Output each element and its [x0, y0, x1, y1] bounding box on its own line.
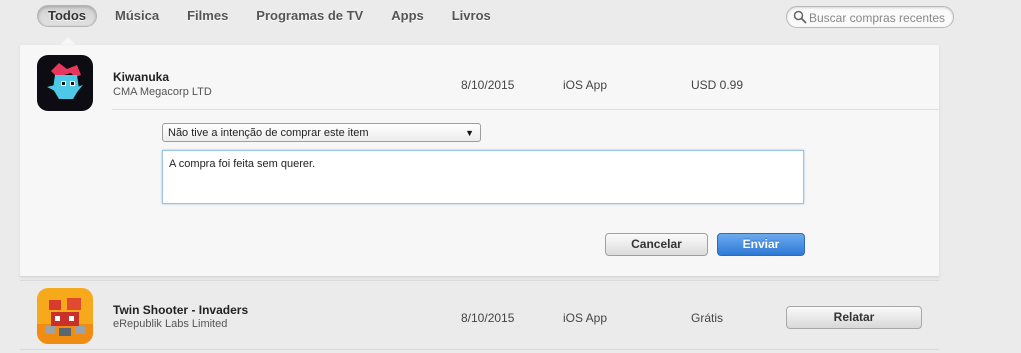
purchase-type: iOS App	[563, 311, 608, 325]
send-button[interactable]: Enviar	[717, 233, 805, 256]
twin-shooter-app-icon	[37, 288, 93, 344]
category-tabs: Todos Música Filmes Programas de TV Apps…	[37, 5, 509, 27]
purchase-date: 8/10/2015	[461, 78, 515, 92]
top-bar: Todos Música Filmes Programas de TV Apps…	[0, 0, 1021, 45]
reason-select[interactable]: Não tive a intenção de comprar este item…	[162, 123, 481, 142]
app-name: Twin Shooter - Invaders	[113, 303, 249, 317]
search-field[interactable]	[786, 6, 954, 28]
row-divider	[20, 280, 939, 281]
search-input[interactable]	[807, 8, 951, 27]
report-button[interactable]: Relatar	[786, 306, 922, 329]
tab-apps[interactable]: Apps	[381, 6, 434, 26]
reason-selected-value: Não tive a intenção de comprar este item	[168, 127, 369, 139]
app-name: Kiwanuka	[113, 70, 170, 84]
row-divider	[20, 349, 939, 350]
search-icon	[793, 10, 807, 24]
purchase-price: USD 0.99	[691, 78, 744, 92]
tab-livros[interactable]: Livros	[442, 6, 501, 26]
purchase-type: iOS App	[563, 78, 608, 92]
tab-todos[interactable]: Todos	[37, 5, 98, 27]
cancel-button[interactable]: Cancelar	[605, 233, 708, 256]
app-developer: CMA Megacorp LTD	[113, 86, 212, 98]
tab-musica[interactable]: Música	[105, 6, 169, 26]
purchase-row: Kiwanuka CMA Megacorp LTD 8/10/2015 iOS …	[0, 55, 1021, 115]
tab-programas-de-tv[interactable]: Programas de TV	[246, 6, 373, 26]
divider	[112, 109, 939, 110]
kiwanuka-app-icon	[37, 55, 93, 111]
dropdown-arrow-icon: ▼	[465, 128, 474, 138]
purchase-price: Grátis	[691, 311, 724, 325]
app-developer: eRepublik Labs Limited	[113, 318, 228, 330]
tab-filmes[interactable]: Filmes	[177, 6, 238, 26]
comment-textarea[interactable]: A compra foi feita sem querer.	[162, 150, 804, 204]
purchase-date: 8/10/2015	[461, 311, 515, 325]
